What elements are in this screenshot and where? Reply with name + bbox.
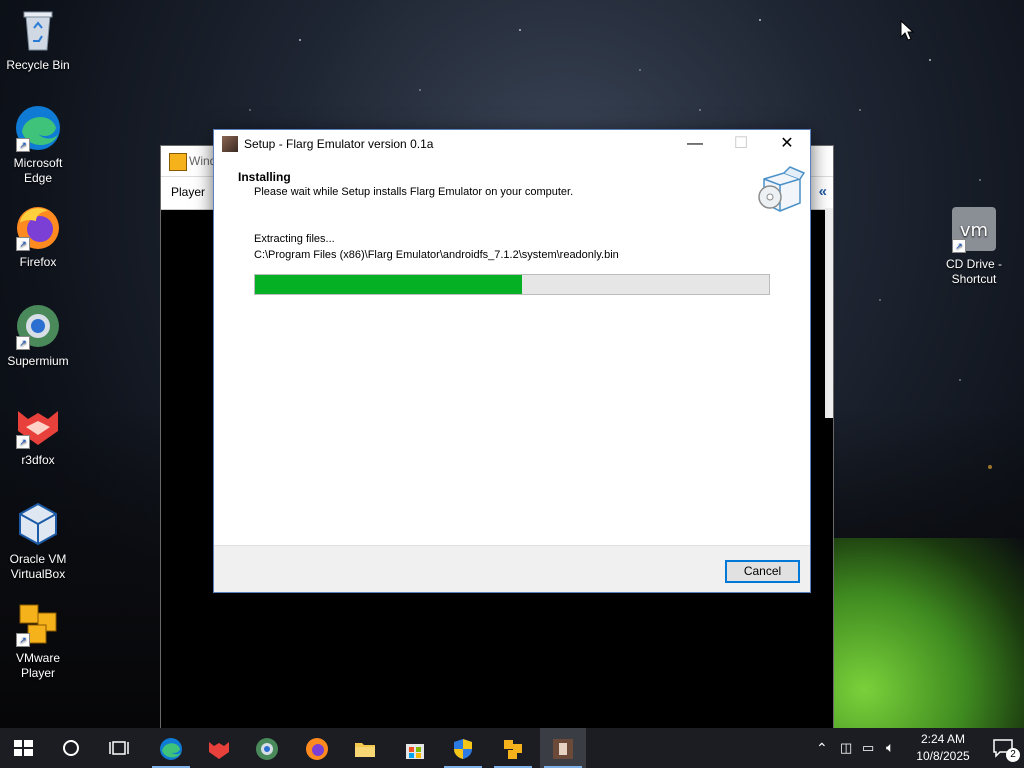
- desktop-icon-label: Supermium: [7, 354, 69, 368]
- mouse-cursor-icon: [900, 20, 914, 41]
- glowing-tent: [824, 538, 1024, 728]
- vmware-window-icon: [169, 153, 187, 171]
- desktop-icon-supermium[interactable]: ↗ Supermium: [0, 302, 76, 369]
- status-text: Extracting files...: [254, 233, 335, 245]
- desktop-icon-label: CD Drive - Shortcut: [946, 257, 1002, 286]
- search-button[interactable]: [48, 728, 94, 768]
- maximize-button[interactable]: ☐: [718, 130, 764, 158]
- taskbar-microsoft-store[interactable]: [392, 728, 438, 768]
- desktop-icon-label: Oracle VM VirtualBox: [9, 552, 67, 581]
- taskbar-supermium[interactable]: [244, 728, 290, 768]
- desktop-icon-r3dfox[interactable]: ↗ r3dfox: [0, 401, 76, 468]
- setup-dialog-title: Setup - Flarg Emulator version 0.1a: [244, 137, 434, 151]
- desktop-icon-vmware-player[interactable]: ↗ VMware Player: [0, 599, 76, 681]
- page-heading: Installing: [238, 170, 291, 184]
- volume-muted-icon[interactable]: 🔈︎: [886, 739, 894, 756]
- supermium-icon: [256, 738, 278, 760]
- start-button[interactable]: [0, 728, 46, 768]
- player-menu[interactable]: Player: [171, 185, 205, 199]
- svg-text:vm: vm: [960, 220, 988, 241]
- virtualbox-icon: [14, 500, 62, 548]
- clock-time: 2:24 AM: [920, 732, 966, 746]
- desktop-icon-label: Microsoft Edge: [13, 156, 63, 185]
- setup-dialog-header: Installing Please wait while Setup insta…: [214, 158, 810, 218]
- taskbar-edge[interactable]: [148, 728, 194, 768]
- taskbar-firefox[interactable]: [294, 728, 340, 768]
- vmware-player-icon: [504, 740, 522, 759]
- r3dfox-icon: ↗: [14, 401, 62, 449]
- shield-icon: [454, 739, 472, 759]
- taskbar-file-explorer[interactable]: [342, 728, 388, 768]
- cancel-button[interactable]: Cancel: [725, 560, 800, 583]
- r3dfox-icon: [209, 742, 229, 759]
- supermium-icon: ↗: [14, 302, 62, 350]
- desktop-icon-label: Firefox: [19, 255, 57, 269]
- taskbar-vmware-player[interactable]: [490, 728, 536, 768]
- setup-dialog-footer: Cancel: [214, 545, 810, 592]
- minimize-button[interactable]: —: [672, 130, 718, 158]
- background-window-side-panel: [825, 208, 833, 418]
- vmware-player-icon: ↗: [14, 599, 62, 647]
- notification-count-badge: 2: [1006, 748, 1020, 762]
- taskbar-flarg-setup[interactable]: [540, 728, 586, 768]
- chevron-up-icon[interactable]: ⌃: [816, 740, 828, 757]
- edge-icon: ↗: [14, 104, 62, 152]
- meet-now-icon[interactable]: ◫: [840, 740, 852, 756]
- network-icon[interactable]: ▭: [862, 740, 874, 756]
- desktop-icon-edge[interactable]: ↗ Microsoft Edge: [0, 104, 76, 186]
- close-button[interactable]: ✕: [764, 130, 810, 158]
- desktop-icon-label: VMware Player: [15, 651, 60, 680]
- firefox-icon: ↗: [14, 203, 62, 251]
- folder-icon: [355, 743, 375, 757]
- system-clock[interactable]: 2:24 AM 10/8/2025: [908, 731, 978, 765]
- search-circle-icon: [63, 740, 79, 756]
- taskbar-r3dfox[interactable]: [196, 728, 242, 768]
- system-tray: ⌃ ◫ ▭ 🔈︎: [812, 728, 912, 768]
- firefox-icon: [306, 738, 328, 760]
- windows-logo-icon: [14, 740, 33, 756]
- task-view-button[interactable]: [96, 728, 142, 768]
- desktop-icon-cd-drive[interactable]: vm ↗ CD Drive - Shortcut: [936, 205, 1012, 287]
- current-file-path: C:\Program Files (x86)\Flarg Emulator\an…: [254, 249, 619, 261]
- task-view-icon: [109, 741, 129, 755]
- action-center-button[interactable]: 2: [992, 738, 1020, 762]
- setup-dialog[interactable]: Setup - Flarg Emulator version 0.1a — ☐ …: [213, 129, 811, 593]
- desktop-icon-label: Recycle Bin: [6, 58, 70, 72]
- vm-cd-drive-icon: vm ↗: [950, 205, 998, 253]
- install-progress-bar: [254, 274, 770, 295]
- store-bag-icon: [406, 744, 424, 759]
- taskbar: ⌃ ◫ ▭ 🔈︎ 2:24 AM 10/8/2025 2: [0, 728, 1024, 768]
- recycle-bin-icon: [14, 6, 62, 54]
- page-subheading: Please wait while Setup installs Flarg E…: [254, 186, 574, 198]
- flarg-setup-icon: [553, 739, 573, 759]
- install-progress-fill: [255, 275, 523, 294]
- desktop-icon-recycle-bin[interactable]: Recycle Bin: [0, 6, 76, 73]
- taskbar-security-shield[interactable]: [440, 728, 486, 768]
- edge-icon: [160, 738, 182, 760]
- install-package-icon: [758, 166, 806, 212]
- desktop-icon-firefox[interactable]: ↗ Firefox: [0, 203, 76, 270]
- desktop-icon-virtualbox[interactable]: Oracle VM VirtualBox: [0, 500, 76, 582]
- setup-app-icon: [222, 136, 238, 152]
- desktop-icon-label: r3dfox: [21, 453, 55, 467]
- collapse-panel-button[interactable]: «: [819, 183, 827, 200]
- clock-date: 10/8/2025: [916, 749, 970, 763]
- setup-dialog-titlebar[interactable]: Setup - Flarg Emulator version 0.1a — ☐ …: [214, 130, 810, 158]
